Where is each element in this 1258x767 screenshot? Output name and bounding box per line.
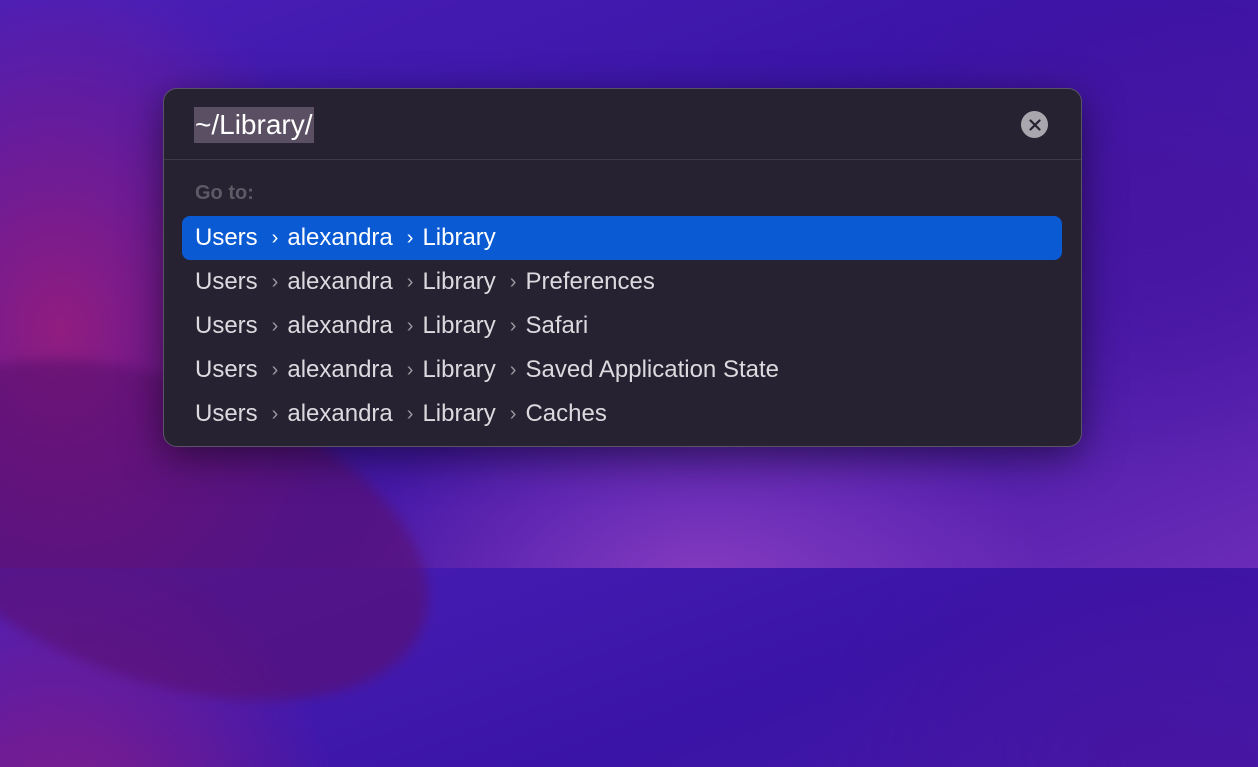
x-circle-icon (1028, 118, 1041, 131)
chevron-right-icon: › (406, 314, 414, 337)
clear-button[interactable] (1021, 111, 1048, 138)
path-segment: Library (422, 268, 496, 295)
go-to-folder-dialog: ~/Library/ Go to: Users › alexandra › Librar… (163, 88, 1082, 447)
result-item[interactable]: Users › alexandra › Library › Saved Applicatio… (182, 348, 1062, 392)
chevron-right-icon: › (406, 226, 414, 249)
chevron-right-icon: › (509, 358, 517, 381)
path-segment: Users (195, 400, 258, 427)
path-segment: alexandra (287, 268, 393, 295)
chevron-right-icon: › (271, 226, 279, 249)
result-item[interactable]: Users › alexandra › Library › Preferences (182, 260, 1062, 304)
chevron-right-icon: › (509, 314, 517, 337)
path-segment: Saved Application State (525, 356, 779, 383)
chevron-right-icon: › (406, 358, 414, 381)
results-list: Users › alexandra › Library Users › alexandra › L… (182, 216, 1062, 436)
path-segment: Library (422, 312, 496, 339)
chevron-right-icon: › (271, 314, 279, 337)
path-segment: Users (195, 312, 258, 339)
chevron-right-icon: › (509, 270, 517, 293)
path-segment: alexandra (287, 356, 393, 383)
result-item[interactable]: Users › alexandra › Library › Caches (182, 392, 1062, 436)
path-segment: alexandra (287, 312, 393, 339)
path-segment: Users (195, 268, 258, 295)
chevron-right-icon: › (406, 270, 414, 293)
path-segment: Library (422, 356, 496, 383)
path-segment: Users (195, 224, 258, 251)
path-segment: Users (195, 356, 258, 383)
chevron-right-icon: › (406, 402, 414, 425)
path-segment: alexandra (287, 400, 393, 427)
path-segment: Library (422, 224, 496, 251)
path-segment: alexandra (287, 224, 393, 251)
path-input-row: ~/Library/ (164, 89, 1081, 160)
path-segment: Safari (525, 312, 589, 339)
chevron-right-icon: › (271, 358, 279, 381)
chevron-right-icon: › (509, 402, 517, 425)
path-segment: Preferences (525, 268, 655, 295)
path-segment: Caches (525, 400, 607, 427)
chevron-right-icon: › (271, 402, 279, 425)
path-input[interactable]: ~/Library/ (194, 107, 314, 143)
path-segment: Library (422, 400, 496, 427)
result-item[interactable]: Users › alexandra › Library › Safari (182, 304, 1062, 348)
result-item[interactable]: Users › alexandra › Library (182, 216, 1062, 260)
chevron-right-icon: › (271, 270, 279, 293)
section-label: Go to: (195, 182, 254, 204)
